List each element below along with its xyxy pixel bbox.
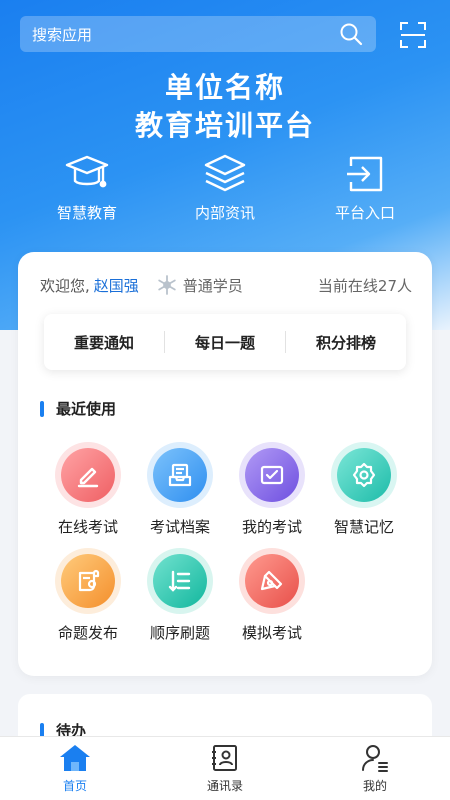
role-label: 普通学员 — [182, 276, 243, 295]
welcome-greeting: 欢迎您, — [40, 276, 90, 295]
search-icon[interactable] — [338, 21, 364, 47]
quick-nav-internal-news[interactable]: 内部资讯 — [170, 152, 280, 223]
org-name: 单位名称 — [164, 71, 285, 104]
app-sequential-practice[interactable]: 顺序刷题 — [128, 554, 232, 643]
app-label: 智慧记忆 — [333, 518, 394, 536]
bottom-tab-bar: 首页 通讯录 我的 — [0, 736, 450, 800]
quick-nav-label: 平台入口 — [334, 204, 395, 222]
app-label: 考试档案 — [149, 518, 210, 536]
tab-label: 我的 — [362, 779, 387, 793]
login-icon — [340, 152, 390, 196]
tab-points-ranking[interactable]: 积分排榜 — [286, 332, 406, 353]
snowflake-icon — [157, 275, 177, 295]
tab-label: 首页 — [62, 779, 87, 793]
tab-daily-question[interactable]: 每日一题 — [165, 332, 285, 353]
scroll-icon — [61, 554, 115, 608]
user-name[interactable]: 赵国强 — [94, 275, 139, 296]
list-icon — [153, 554, 207, 608]
quick-nav-label: 智慧教育 — [56, 204, 117, 222]
app-online-exam[interactable]: 在线考试 — [36, 448, 140, 537]
tab-important-notice[interactable]: 重要通知 — [44, 332, 164, 353]
app-smart-memory[interactable]: 智慧记忆 — [312, 448, 416, 537]
section-accent — [40, 400, 44, 417]
layers-icon — [200, 152, 250, 196]
recent-section-header: 最近使用 — [40, 398, 116, 419]
sign-icon — [245, 554, 299, 608]
welcome-row: 欢迎您, 赵国强 普通学员 当前在线27人 — [40, 274, 412, 296]
app-mock-exam[interactable]: 模拟考试 — [220, 554, 324, 643]
quick-nav-smart-education[interactable]: 智慧教育 — [32, 152, 142, 223]
profile-icon — [359, 743, 391, 773]
app-my-exam[interactable]: 我的考试 — [220, 448, 324, 537]
app-question-publish[interactable]: 命题发布 — [36, 554, 140, 643]
app-label: 顺序刷题 — [149, 624, 210, 642]
tab-home[interactable]: 首页 — [0, 737, 150, 800]
gear-icon — [337, 448, 391, 502]
quick-nav: 智慧教育 内部资讯 平台入口 — [0, 152, 450, 232]
search-input[interactable]: 搜索应用 — [32, 24, 338, 45]
app-label: 在线考试 — [57, 518, 118, 536]
home-icon — [59, 743, 91, 773]
pen-icon — [61, 448, 115, 502]
quick-nav-label: 内部资讯 — [194, 204, 255, 222]
graduation-cap-icon — [62, 152, 112, 196]
tab-contacts[interactable]: 通讯录 — [150, 737, 300, 800]
search-bar[interactable]: 搜索应用 — [20, 16, 376, 52]
user-role: 普通学员 — [157, 275, 243, 296]
main-card: 欢迎您, 赵国强 普通学员 当前在线27人 重要通知 每日一题 积分排榜 最近使… — [18, 252, 432, 676]
archive-icon — [153, 448, 207, 502]
app-label: 我的考试 — [241, 518, 302, 536]
section-title: 最近使用 — [56, 400, 117, 418]
app-label: 命题发布 — [57, 624, 118, 642]
info-tabs: 重要通知 每日一题 积分排榜 — [44, 314, 406, 370]
quick-nav-platform-entry[interactable]: 平台入口 — [310, 152, 420, 223]
tab-label: 通讯录 — [206, 779, 243, 793]
platform-title: 教育培训平台 — [134, 109, 315, 142]
contacts-icon — [209, 743, 241, 773]
app-exam-archive[interactable]: 考试档案 — [128, 448, 232, 537]
exam-icon — [245, 448, 299, 502]
scan-icon[interactable] — [398, 20, 428, 50]
tab-profile[interactable]: 我的 — [300, 737, 450, 800]
app-label: 模拟考试 — [241, 624, 302, 642]
online-count: 当前在线27人 — [317, 276, 412, 295]
